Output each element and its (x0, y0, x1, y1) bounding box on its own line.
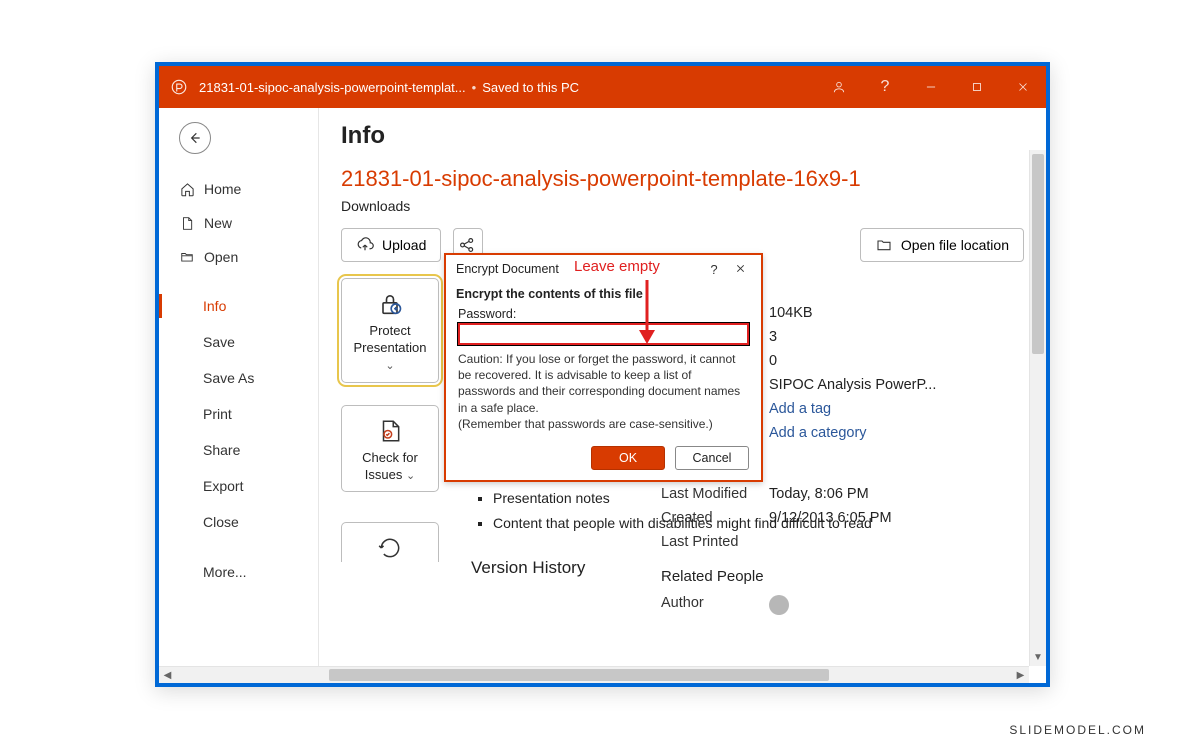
upload-button[interactable]: Upload (341, 228, 441, 262)
dialog-title: Encrypt Document (456, 262, 559, 276)
history-icon (352, 533, 428, 562)
sidebar-item-more[interactable]: More... (179, 554, 318, 590)
document-title: 21831-01-sipoc-analysis-powerpoint-templ… (199, 80, 466, 95)
avatar (769, 595, 789, 615)
title-bar: 21831-01-sipoc-analysis-powerpoint-templ… (159, 66, 1046, 108)
upload-icon (356, 236, 374, 254)
chevron-down-icon: ⌄ (406, 470, 415, 482)
page-title: Info (341, 122, 1024, 150)
maximize-button[interactable] (954, 66, 1000, 108)
close-window-button[interactable] (1000, 66, 1046, 108)
open-icon (179, 249, 195, 265)
help-icon[interactable]: ? (862, 66, 908, 108)
folder-icon (875, 236, 893, 254)
dialog-subtitle: Encrypt the contents of this file (446, 283, 761, 305)
vertical-scrollbar[interactable]: ▲ ▼ (1029, 150, 1046, 666)
dialog-caution-text: Caution: If you lose or forget the passw… (458, 351, 749, 432)
sidebar-item-close[interactable]: Close (179, 504, 318, 540)
home-icon (179, 181, 195, 197)
watermark: SLIDEMODEL.COM (1009, 723, 1146, 737)
powerpoint-icon (159, 78, 199, 96)
annotation-arrow-icon (637, 280, 657, 346)
sidebar-item-home[interactable]: Home (179, 172, 318, 206)
cancel-button[interactable]: Cancel (675, 446, 749, 470)
open-file-location-button[interactable]: Open file location (860, 228, 1024, 262)
back-button[interactable] (179, 122, 211, 154)
sidebar-item-export[interactable]: Export (179, 468, 318, 504)
property-row-printed: Last Printed (661, 534, 1024, 550)
horizontal-scrollbar[interactable]: ◀ ▶ (159, 666, 1029, 683)
password-label: Password: (458, 307, 749, 321)
new-icon (179, 215, 195, 231)
password-input[interactable] (458, 323, 749, 345)
title-separator: • (472, 80, 477, 95)
sidebar-item-open[interactable]: Open (179, 240, 318, 274)
sidebar-item-info[interactable]: Info (179, 288, 318, 324)
file-location: Downloads (341, 198, 1024, 214)
check-for-issues-button[interactable]: Check for Issues ⌄ (341, 405, 439, 493)
property-row-author: Author (661, 595, 1024, 615)
scroll-down-icon[interactable]: ▼ (1030, 649, 1046, 666)
version-history-button[interactable] (341, 522, 439, 562)
chevron-down-icon: ⌄ (385, 360, 394, 372)
encrypt-document-dialog: Encrypt Document ? Encrypt the contents … (444, 253, 763, 482)
scrollbar-thumb[interactable] (329, 669, 829, 681)
scroll-right-icon[interactable]: ▶ (1012, 667, 1029, 683)
file-title: 21831-01-sipoc-analysis-powerpoint-templ… (341, 166, 1024, 192)
minimize-button[interactable] (908, 66, 954, 108)
sidebar-item-share[interactable]: Share (179, 432, 318, 468)
annotation-text: Leave empty (574, 258, 660, 275)
backstage-sidebar: Home New Open Info Save Save As Print Sh… (159, 108, 319, 683)
sidebar-item-save[interactable]: Save (179, 324, 318, 360)
scroll-left-icon[interactable]: ◀ (159, 667, 176, 683)
sidebar-item-save-as[interactable]: Save As (179, 360, 318, 396)
save-status: Saved to this PC (482, 80, 579, 95)
property-row-modified: Last ModifiedToday, 8:06 PM (661, 486, 1024, 502)
dialog-help-button[interactable]: ? (701, 262, 727, 277)
ok-button[interactable]: OK (591, 446, 665, 470)
protect-presentation-button[interactable]: Protect Presentation ⌄ (341, 278, 439, 383)
dialog-close-button[interactable] (727, 262, 753, 277)
account-icon[interactable] (816, 66, 862, 108)
sidebar-item-new[interactable]: New (179, 206, 318, 240)
sidebar-label: New (204, 215, 232, 231)
scrollbar-thumb[interactable] (1032, 154, 1044, 354)
check-icon (352, 416, 428, 446)
related-people-header: Related People (661, 568, 1024, 585)
share-icon (458, 236, 476, 254)
sidebar-item-print[interactable]: Print (179, 396, 318, 432)
lock-icon (352, 289, 428, 319)
sidebar-label: Home (204, 181, 241, 197)
sidebar-label: Open (204, 249, 238, 265)
